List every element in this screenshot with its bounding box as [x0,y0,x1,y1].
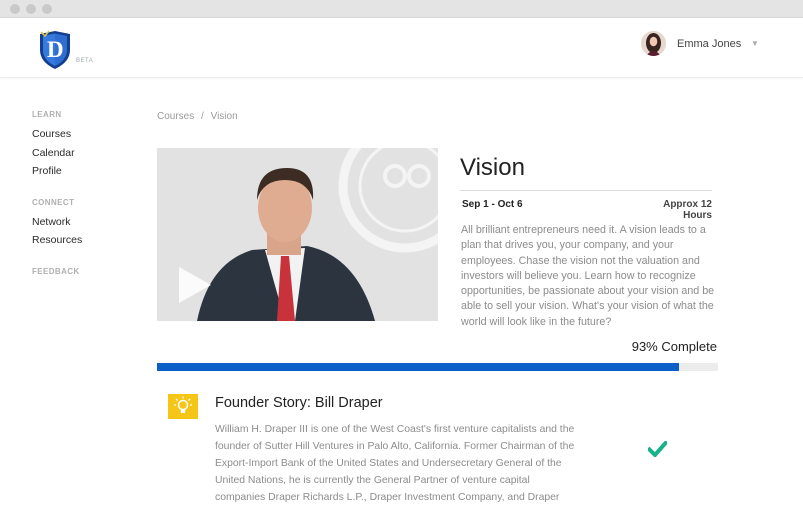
sidebar-nav: LEARN Courses Calendar Profile CONNECT N… [32,110,82,291]
nav-group-learn: LEARN Courses Calendar Profile [32,110,82,183]
course-description: All brilliant entrepreneurs need it. A v… [461,224,715,328]
app-logo[interactable]: D [37,30,73,70]
user-name[interactable]: Emma Jones [677,38,741,50]
beta-badge: BETA [76,58,94,64]
sidebar-item-feedback[interactable]: FEEDBACK [32,267,82,276]
course-duration: Approx 12 Hours [663,199,712,221]
lightbulb-icon [174,396,192,413]
breadcrumb-courses-link[interactable]: Courses [157,111,194,122]
user-avatar[interactable] [641,31,666,56]
sidebar-item-profile[interactable]: Profile [32,164,82,183]
minimize-window-icon[interactable] [26,4,36,14]
sidebar-item-network[interactable]: Network [32,215,82,234]
lesson-title[interactable]: Founder Story: Bill Draper [215,395,383,411]
progress-label: 93% Complete [631,339,717,354]
course-dates: Sep 1 - Oct 6 [462,199,523,210]
title-divider [460,190,712,191]
play-icon[interactable] [177,265,213,310]
breadcrumb-separator: / [201,111,204,122]
window-titlebar [0,0,803,18]
progress-bar-fill [157,363,679,371]
close-window-icon[interactable] [10,4,20,14]
breadcrumb-current: Vision [210,111,238,122]
nav-heading-learn: LEARN [32,110,62,119]
nav-heading-connect: CONNECT [32,197,75,207]
nav-group-feedback: FEEDBACK [32,267,82,276]
lesson-card-icon [168,394,198,419]
top-header: D BETA Emma Jones ▼ [0,18,803,78]
progress-bar [157,363,718,371]
checkmark-icon [646,440,669,462]
logo-letter: D [47,37,64,62]
chevron-down-icon[interactable]: ▼ [751,39,759,48]
maximize-window-icon[interactable] [42,4,52,14]
sidebar-item-calendar[interactable]: Calendar [32,146,82,165]
user-portrait-icon [641,31,666,56]
nav-group-connect: CONNECT Network Resources [32,198,82,252]
sidebar-item-resources[interactable]: Resources [32,233,82,252]
breadcrumb: Courses / Vision [157,111,238,122]
lesson-description: William H. Draper III is one of the West… [215,424,575,503]
sidebar-item-courses[interactable]: Courses [32,127,82,146]
course-title: Vision [460,154,525,181]
